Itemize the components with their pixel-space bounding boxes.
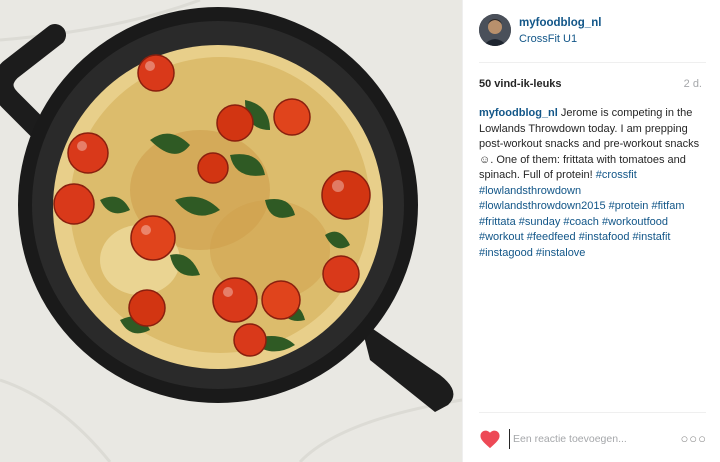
header-divider (479, 62, 706, 63)
hashtag-link[interactable]: #protein (609, 200, 649, 212)
hashtag-link[interactable]: #crossfit (596, 169, 637, 181)
post-details-panel: myfoodblog_nl CrossFit U1 50 vind-ik-leu… (462, 0, 720, 462)
location-link[interactable]: CrossFit U1 (519, 33, 577, 45)
hashtag-link[interactable]: #workoutfood (602, 216, 668, 228)
hashtag-link[interactable]: #lowlandsthrowdown (479, 185, 581, 197)
more-options-icon[interactable]: ○○○ (680, 431, 707, 446)
hashtag-link[interactable]: #frittata (479, 216, 516, 228)
hashtag-link[interactable]: #instalove (536, 247, 586, 259)
hashtag-link[interactable]: #coach (563, 216, 598, 228)
frittata-photo (0, 0, 462, 462)
comment-input[interactable] (509, 429, 675, 449)
hashtag-link[interactable]: #lowlandsthrowdown2015 (479, 200, 606, 212)
hashtag-link[interactable]: #instafood (579, 231, 630, 243)
hashtag-list: #crossfit #lowlandsthrowdown #lowlandsth… (479, 169, 685, 259)
post-photo[interactable] (0, 0, 462, 462)
hashtag-link[interactable]: #workout (479, 231, 524, 243)
avatar-image (479, 14, 511, 46)
hashtag-link[interactable]: #sunday (519, 216, 561, 228)
hashtag-link[interactable]: #instagood (479, 247, 533, 259)
like-heart-icon[interactable] (479, 429, 501, 449)
author-username-link[interactable]: myfoodblog_nl (519, 17, 601, 29)
hashtag-link[interactable]: #feedfeed (527, 231, 576, 243)
hashtag-link[interactable]: #instafit (633, 231, 671, 243)
post-header: myfoodblog_nl CrossFit U1 (463, 0, 720, 62)
post-time[interactable]: 2 d. (684, 78, 702, 90)
hashtag-link[interactable]: #fitfam (651, 200, 684, 212)
post-caption: myfoodblog_nl Jerome is competing in the… (479, 106, 707, 261)
post-footer: ○○○ (463, 413, 720, 462)
avatar[interactable] (479, 14, 511, 46)
likes-count[interactable]: 50 vind-ik-leuks (479, 78, 562, 90)
caption-author-link[interactable]: myfoodblog_nl (479, 107, 558, 119)
